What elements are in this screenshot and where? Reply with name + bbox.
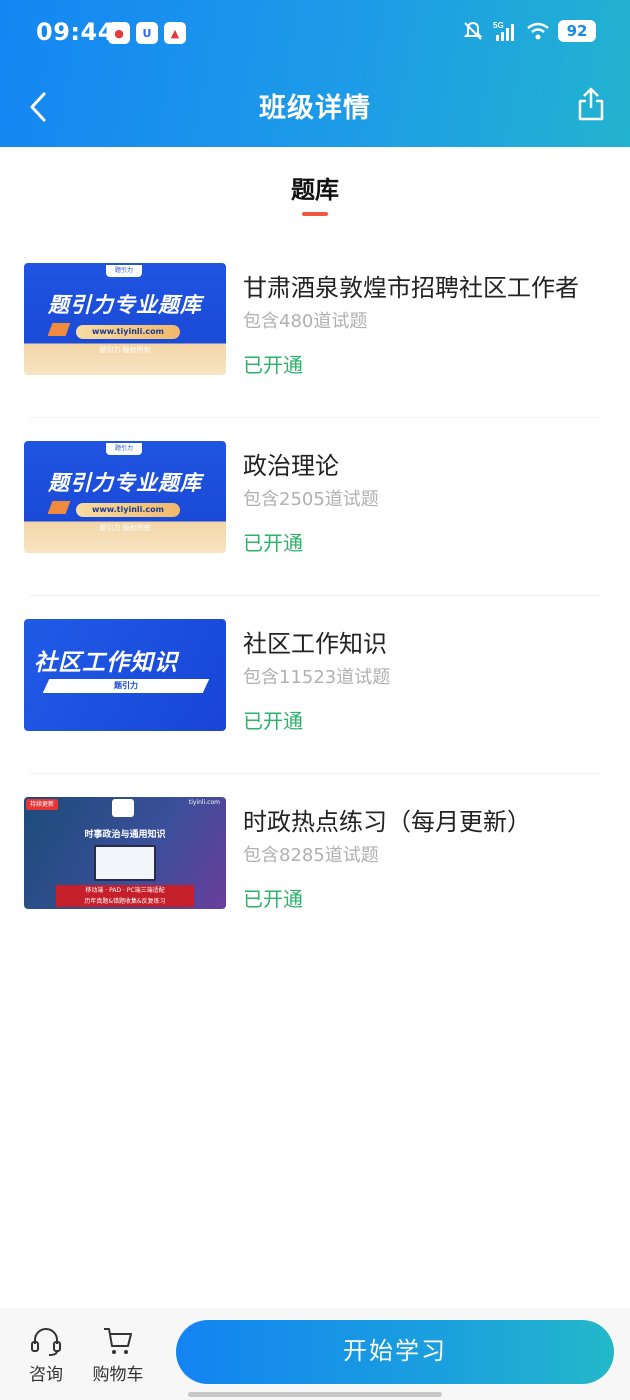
book-icon <box>47 501 71 514</box>
cart-label: 购物车 <box>92 1365 144 1385</box>
tab-label: 题库 <box>291 176 339 204</box>
item-title: 政治理论 <box>243 452 339 480</box>
thumb-banner-line: 历年真题&错题收集&反复练习 <box>84 898 166 905</box>
tab-active-indicator <box>302 212 328 216</box>
book-icon <box>47 323 71 336</box>
list-item[interactable]: 题引力 题引力专业题库 www.tiyinli.com 题引力 版权所有 政治理… <box>0 418 630 596</box>
network-type: 5G <box>493 21 504 30</box>
course-thumbnail: 题引力 题引力专业题库 www.tiyinli.com 题引力 版权所有 <box>24 263 226 375</box>
wifi-icon <box>527 22 549 40</box>
course-thumbnail: 社区工作知识 题引力 <box>24 619 226 731</box>
status-indicators: 5G 92 <box>462 20 596 42</box>
course-thumbnail: 持续更新 tiyinli.com 时事政治与通用知识 移动端 · PAD · P… <box>24 797 226 909</box>
bottom-action-bar: 咨询 购物车 开始学习 <box>0 1308 630 1400</box>
thumb-url: www.tiyinli.com <box>76 503 180 517</box>
thumb-title: 题引力专业题库 <box>48 293 202 317</box>
item-title: 社区工作知识 <box>243 630 387 658</box>
item-status: 已开通 <box>243 709 303 733</box>
thumb-logo: 题引力 <box>106 265 142 277</box>
consult-button[interactable]: 咨询 <box>20 1326 72 1385</box>
thumb-banner-line: 移动端 · PAD · PC端三端适配 <box>85 887 165 894</box>
start-learning-button[interactable]: 开始学习 <box>176 1320 614 1384</box>
thumb-url: www.tiyinli.com <box>76 325 180 339</box>
thumb-tag: 持续更新 <box>26 799 59 810</box>
battery-indicator: 92 <box>558 20 596 42</box>
signal-icon: 5G <box>493 21 514 41</box>
question-bank-list: 题引力 题引力专业题库 www.tiyinli.com 题引力 版权所有 甘肃酒… <box>0 240 630 952</box>
headset-icon <box>31 1328 61 1356</box>
item-count: 包含480道试题 <box>243 311 368 332</box>
page-title: 班级详情 <box>259 93 371 124</box>
thumb-title: 时事政治与通用知识 <box>84 830 166 840</box>
class-detail-page: 09:44 ● U ▲ 5G 92 班级详情 题库 题引力 题引力专业题库 ww… <box>0 0 630 1400</box>
thumb-title: 题引力专业题库 <box>48 471 202 495</box>
device-screen-icon <box>94 845 156 881</box>
item-status: 已开通 <box>243 353 303 377</box>
thumb-copyright: 题引力 版权所有 <box>99 346 151 354</box>
item-title: 甘肃酒泉敦煌市招聘社区工作者 <box>243 274 579 302</box>
status-time: 09:44 <box>36 18 115 46</box>
item-status: 已开通 <box>243 887 303 911</box>
notification-app-icons: ● U ▲ <box>108 22 186 44</box>
shopping-cart-icon <box>104 1328 132 1354</box>
course-thumbnail: 题引力 题引力专业题库 www.tiyinli.com 题引力 版权所有 <box>24 441 226 553</box>
thumb-copyright: 题引力 版权所有 <box>99 524 151 532</box>
tab-question-bank[interactable]: 题库 <box>0 170 630 216</box>
list-item[interactable]: 社区工作知识 题引力 社区工作知识 包含11523道试题 已开通 <box>0 596 630 774</box>
item-count: 包含11523道试题 <box>243 667 391 688</box>
thumb-logo: 题引力 <box>106 443 142 455</box>
list-item[interactable]: 题引力 题引力专业题库 www.tiyinli.com 题引力 版权所有 甘肃酒… <box>0 240 630 418</box>
item-count: 包含8285道试题 <box>243 845 379 866</box>
thumb-logo-icon <box>112 799 134 817</box>
consult-label: 咨询 <box>29 1365 63 1385</box>
home-indicator[interactable] <box>188 1392 442 1397</box>
item-count: 包含2505道试题 <box>243 489 379 510</box>
item-status: 已开通 <box>243 531 303 555</box>
thumb-subtitle: 题引力 <box>114 681 138 690</box>
share-icon[interactable] <box>576 86 606 122</box>
thumb-site: tiyinli.com <box>188 799 220 806</box>
thumb-banner: 移动端 · PAD · PC端三端适配 历年真题&错题收集&反复练习 <box>56 885 194 907</box>
status-bar: 09:44 ● U ▲ 5G 92 <box>0 0 630 68</box>
item-title: 时政热点练习（每月更新） <box>243 808 531 836</box>
app-notification-icon: ● <box>108 22 130 44</box>
app-notification-icon: ▲ <box>164 22 186 44</box>
app-notification-icon: U <box>136 22 158 44</box>
cart-button[interactable]: 购物车 <box>92 1326 144 1385</box>
list-item[interactable]: 持续更新 tiyinli.com 时事政治与通用知识 移动端 · PAD · P… <box>0 774 630 952</box>
mute-bell-icon <box>463 21 483 40</box>
header: 09:44 ● U ▲ 5G 92 班级详情 <box>0 0 630 147</box>
thumb-title: 社区工作知识 <box>34 650 178 676</box>
